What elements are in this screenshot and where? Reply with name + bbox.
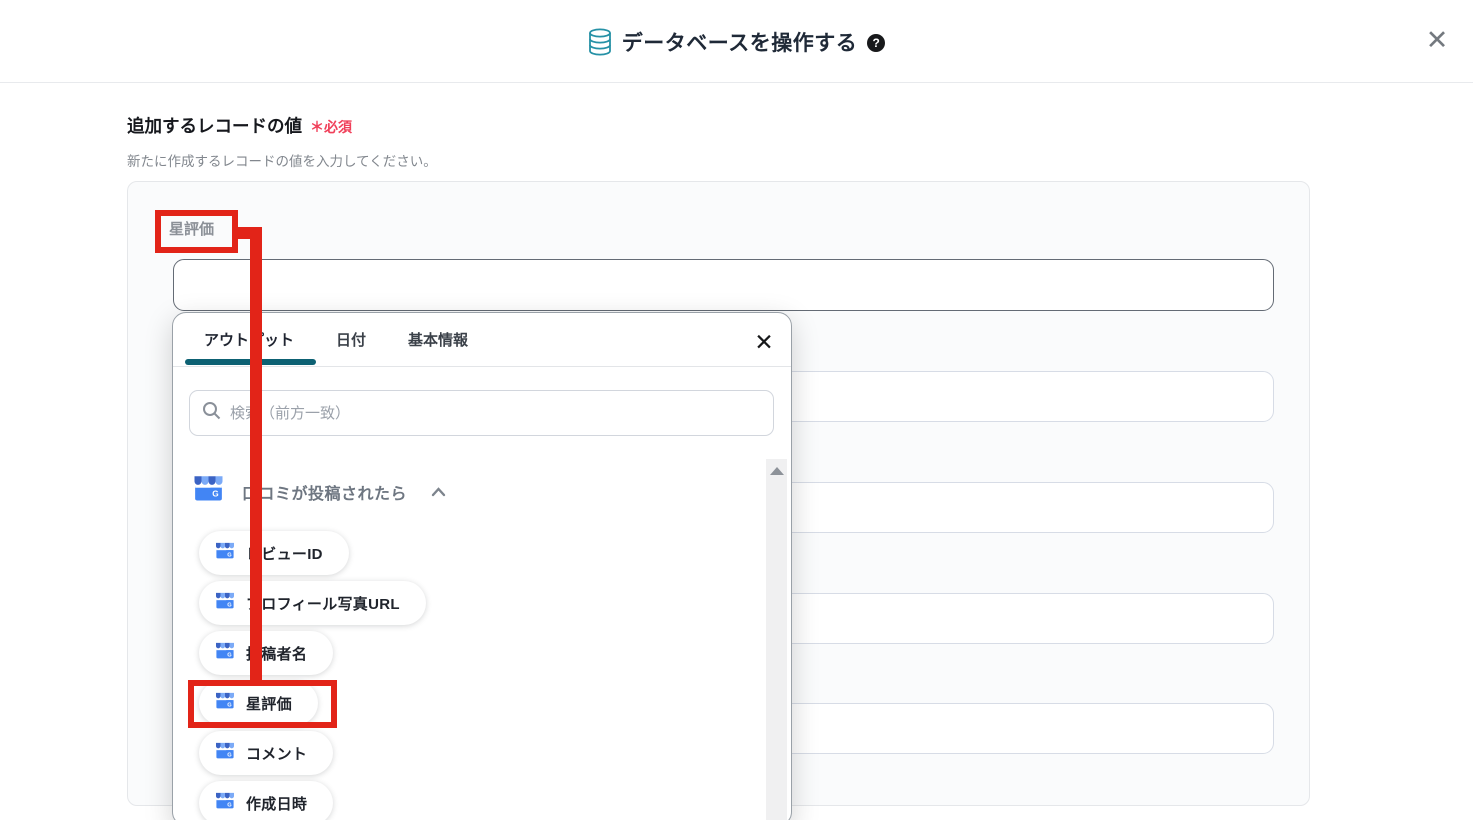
- google-business-profile-icon: G: [215, 642, 235, 665]
- modal-header: データベースを操作する ? ✕: [0, 0, 1473, 83]
- output-item-label: プロフィール写真URL: [246, 593, 400, 614]
- google-business-profile-icon: G: [193, 475, 224, 508]
- section-title: 追加するレコードの値: [127, 113, 302, 138]
- google-business-profile-icon: G: [215, 542, 235, 565]
- modal-close-icon[interactable]: ✕: [1422, 25, 1452, 55]
- output-item-label: 投稿者名: [246, 643, 307, 664]
- database-icon: [588, 28, 612, 56]
- section-subtitle: 新たに作成するレコードの値を入力してください。: [127, 150, 437, 170]
- svg-text:G: G: [227, 602, 232, 608]
- modal-database-operation: データベースを操作する ? ✕ 追加するレコードの値 ＊必須 新たに作成するレコ…: [0, 0, 1473, 820]
- record-field-input-1[interactable]: [173, 259, 1274, 311]
- google-business-profile-icon: G: [215, 692, 235, 715]
- required-badge: ＊必須: [310, 117, 352, 137]
- popup-tabbar: アウトプット 日付 基本情報: [173, 313, 791, 367]
- svg-text:G: G: [227, 552, 232, 558]
- scroll-up-icon[interactable]: [770, 467, 784, 475]
- active-tab-underline: [185, 359, 316, 365]
- svg-text:G: G: [227, 652, 232, 658]
- svg-text:G: G: [227, 752, 232, 758]
- output-item-label: コメント: [246, 743, 307, 764]
- output-item-label: レビューID: [246, 543, 323, 564]
- google-business-profile-icon: G: [215, 792, 235, 815]
- chevron-up-icon[interactable]: [431, 484, 446, 502]
- output-item-label: 星評価: [246, 693, 292, 714]
- output-group-title: 口コミが投稿されたら: [242, 480, 407, 504]
- search-icon: [202, 401, 221, 425]
- output-item-list: G レビューID G プロフィール写真URL G 投稿者名 G 星評価 G コメ…: [199, 531, 426, 820]
- svg-text:G: G: [227, 702, 232, 708]
- output-item-star-rating[interactable]: G 星評価: [199, 681, 318, 725]
- popup-close-icon[interactable]: ✕: [751, 329, 777, 355]
- output-search-box[interactable]: [189, 390, 774, 436]
- output-item-created-at[interactable]: G 作成日時: [199, 781, 333, 820]
- section-heading: 追加するレコードの値 ＊必須: [127, 113, 352, 138]
- output-item-review-id[interactable]: G レビューID: [199, 531, 349, 575]
- tab-date[interactable]: 日付: [336, 329, 366, 350]
- output-item-label: 作成日時: [246, 793, 307, 814]
- google-business-profile-icon: G: [215, 592, 235, 615]
- popup-scrollbar[interactable]: [766, 459, 787, 820]
- output-item-comment[interactable]: G コメント: [199, 731, 333, 775]
- output-group-header[interactable]: G 口コミが投稿されたら: [193, 475, 446, 508]
- tab-output[interactable]: アウトプット: [204, 329, 294, 350]
- svg-text:G: G: [212, 490, 218, 499]
- modal-title: データベースを操作する: [622, 27, 857, 57]
- google-business-profile-icon: G: [215, 742, 235, 765]
- help-icon[interactable]: ?: [867, 34, 885, 52]
- field-label-star-rating: 星評価: [169, 218, 214, 239]
- svg-text:G: G: [227, 802, 232, 808]
- modal-title-group: データベースを操作する ?: [0, 0, 1473, 83]
- tab-basic-info[interactable]: 基本情報: [408, 329, 468, 350]
- output-item-profile-photo-url[interactable]: G プロフィール写真URL: [199, 581, 426, 625]
- output-picker-popup: アウトプット 日付 基本情報 ✕: [172, 312, 792, 820]
- output-item-poster-name[interactable]: G 投稿者名: [199, 631, 333, 675]
- output-search-input[interactable]: [230, 405, 761, 422]
